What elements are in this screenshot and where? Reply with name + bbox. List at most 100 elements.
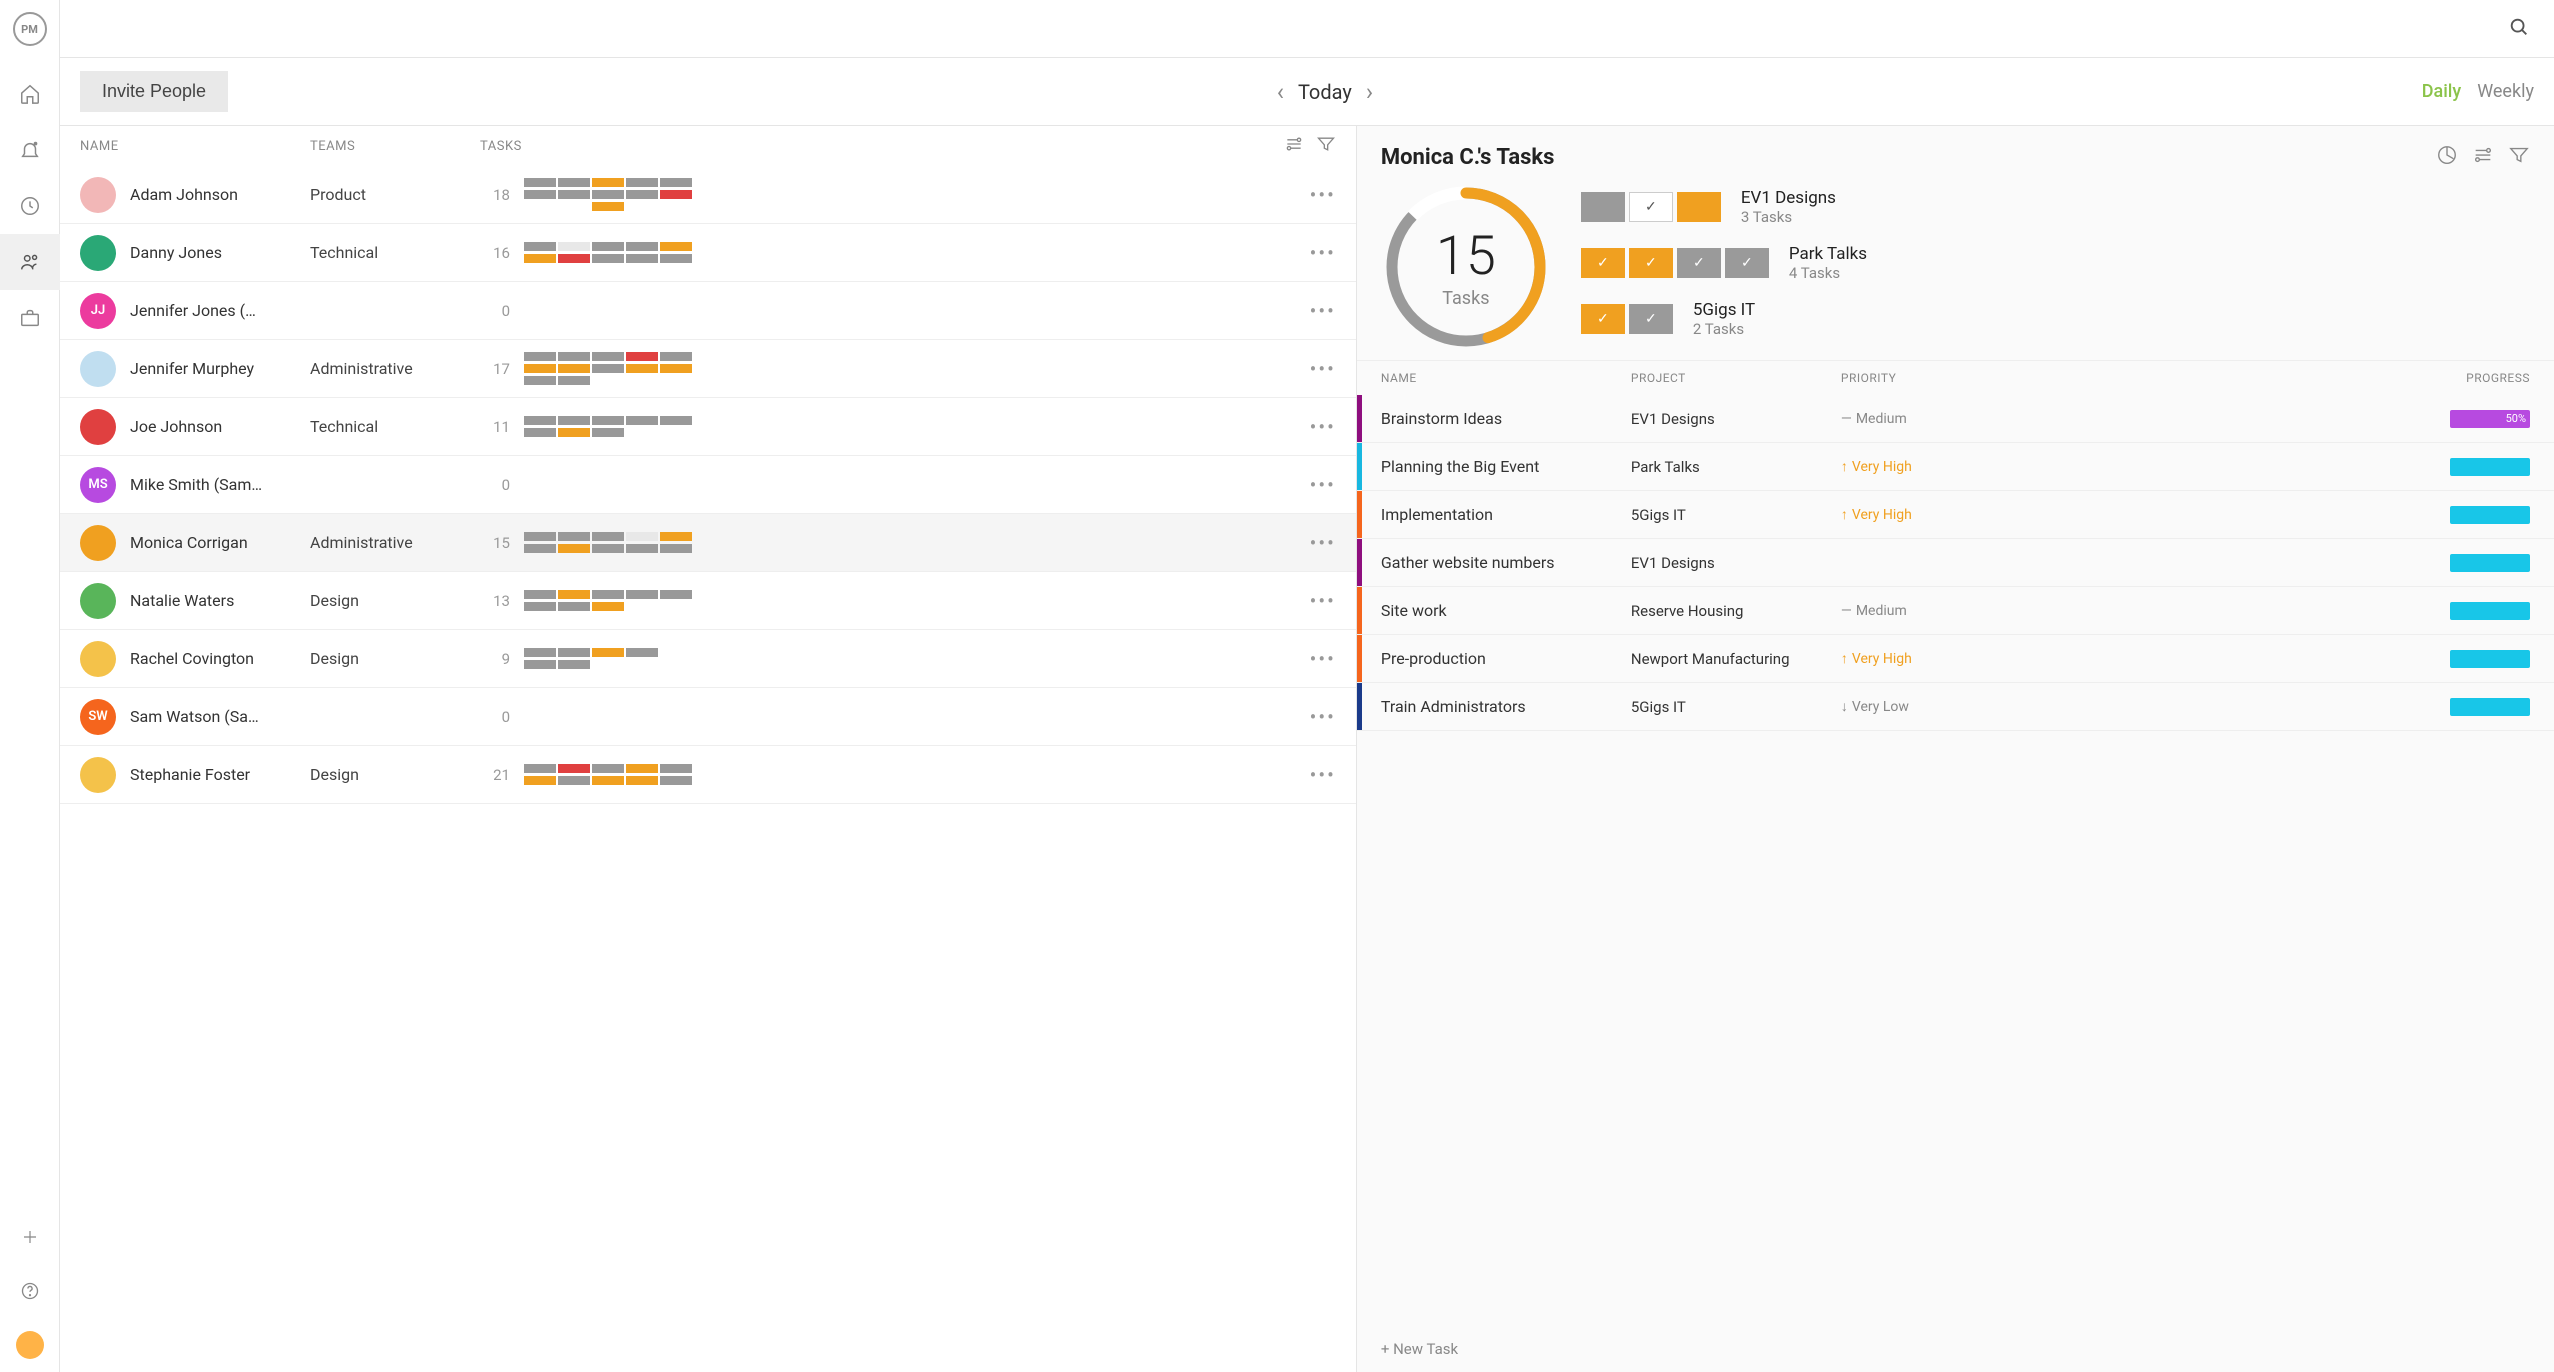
people-pane: NAME TEAMS TASKS Adam JohnsonProduct18••… (60, 126, 1357, 1372)
pie-chart-icon[interactable] (2436, 144, 2458, 170)
priority-icon: — (1841, 603, 1852, 619)
task-row[interactable]: Brainstorm IdeasEV1 Designs—Medium50% (1357, 395, 2554, 443)
status-box: ✓ (1629, 248, 1673, 278)
avatar (80, 583, 116, 619)
logo[interactable]: PM (13, 12, 47, 46)
mini-chart (524, 532, 692, 553)
person-row[interactable]: Adam JohnsonProduct18••• (60, 166, 1356, 224)
person-task-count: 9 (480, 650, 510, 668)
person-team: Administrative (310, 533, 480, 552)
person-row[interactable]: JJJennifer Jones (…0••• (60, 282, 1356, 340)
person-row[interactable]: Danny JonesTechnical16••• (60, 224, 1356, 282)
task-priority: ↑Very High (1841, 458, 1951, 475)
avatar: MS (80, 467, 116, 503)
filter-icon[interactable] (1316, 134, 1336, 158)
more-icon[interactable]: ••• (1310, 763, 1336, 787)
task-name: Site work (1381, 601, 1631, 620)
nav-home[interactable] (0, 66, 60, 122)
view-weekly[interactable]: Weekly (2477, 81, 2534, 102)
tcol-name: NAME (1381, 371, 1631, 385)
task-progress (1951, 698, 2530, 716)
settings-icon-detail[interactable] (2472, 144, 2494, 170)
priority-icon: ↑ (1841, 650, 1848, 667)
more-icon[interactable]: ••• (1310, 183, 1336, 207)
more-icon[interactable]: ••• (1310, 241, 1336, 265)
person-row[interactable]: Monica CorriganAdministrative15••• (60, 514, 1356, 572)
add-button[interactable] (0, 1210, 60, 1264)
nav-notifications[interactable] (0, 122, 60, 178)
help-button[interactable] (0, 1264, 60, 1318)
person-row[interactable]: Natalie WatersDesign13••• (60, 572, 1356, 630)
task-accent (1357, 635, 1362, 682)
task-name: Planning the Big Event (1381, 457, 1631, 476)
people-list: Adam JohnsonProduct18•••Danny JonesTechn… (60, 166, 1356, 1372)
check-icon: ✓ (1741, 255, 1753, 271)
date-label: Today (1298, 80, 1352, 104)
task-row[interactable]: Train Administrators5Gigs IT↓Very Low (1357, 683, 2554, 731)
progress-bar (2450, 554, 2530, 572)
settings-icon[interactable] (1284, 134, 1304, 158)
more-icon[interactable]: ••• (1310, 647, 1336, 671)
task-row[interactable]: Pre-productionNewport Manufacturing↑Very… (1357, 635, 2554, 683)
avatar (80, 351, 116, 387)
current-user-avatar[interactable] (0, 1318, 60, 1372)
nav-briefcase[interactable] (0, 290, 60, 346)
more-icon[interactable]: ••• (1310, 473, 1336, 497)
next-day[interactable]: › (1366, 78, 1373, 106)
person-row[interactable]: Rachel CovingtonDesign9••• (60, 630, 1356, 688)
project-task-count: 2 Tasks (1693, 320, 1755, 338)
task-project: 5Gigs IT (1631, 506, 1841, 524)
person-row[interactable]: Jennifer MurpheyAdministrative17••• (60, 340, 1356, 398)
avatar (80, 409, 116, 445)
view-toggle: Daily Weekly (2422, 81, 2534, 102)
project-name: Park Talks (1789, 244, 1867, 264)
priority-icon: ↓ (1841, 698, 1848, 715)
project-summary-list: ✓EV1 Designs3 Tasks✓✓✓✓Park Talks4 Tasks… (1581, 182, 2530, 338)
more-icon[interactable]: ••• (1310, 357, 1336, 381)
task-accent (1357, 539, 1362, 586)
check-icon: ✓ (1597, 255, 1609, 271)
task-row[interactable]: Implementation5Gigs IT↑Very High (1357, 491, 2554, 539)
task-priority: —Medium (1841, 603, 1951, 619)
nav-team[interactable] (0, 234, 60, 290)
avatar (80, 641, 116, 677)
people-column-head: NAME TEAMS TASKS (60, 126, 1356, 166)
view-daily[interactable]: Daily (2422, 81, 2461, 102)
more-icon[interactable]: ••• (1310, 589, 1336, 613)
avatar: JJ (80, 293, 116, 329)
prev-day[interactable]: ‹ (1277, 78, 1284, 106)
task-row[interactable]: Site workReserve Housing—Medium (1357, 587, 2554, 635)
person-row[interactable]: Stephanie FosterDesign21••• (60, 746, 1356, 804)
status-box (1581, 192, 1625, 222)
more-icon[interactable]: ••• (1310, 299, 1336, 323)
person-task-count: 21 (480, 766, 510, 784)
person-task-count: 18 (480, 186, 510, 204)
status-boxes: ✓ (1581, 192, 1721, 222)
mini-chart (524, 352, 692, 385)
filter-icon-detail[interactable] (2508, 144, 2530, 170)
more-icon[interactable]: ••• (1310, 705, 1336, 729)
new-task-button[interactable]: + New Task (1357, 1326, 2554, 1372)
more-icon[interactable]: ••• (1310, 415, 1336, 439)
search-icon[interactable] (2508, 16, 2530, 42)
person-task-count: 11 (480, 418, 510, 436)
person-team: Design (310, 591, 480, 610)
task-name: Train Administrators (1381, 697, 1631, 716)
person-row[interactable]: MSMike Smith (Sam…0••• (60, 456, 1356, 514)
task-name: Implementation (1381, 505, 1631, 524)
person-name: Natalie Waters (130, 591, 310, 610)
person-task-count: 15 (480, 534, 510, 552)
task-row[interactable]: Planning the Big EventPark Talks↑Very Hi… (1357, 443, 2554, 491)
nav-recent[interactable] (0, 178, 60, 234)
avatar: SW (80, 699, 116, 735)
person-name: Mike Smith (Sam… (130, 475, 310, 494)
task-progress (1951, 458, 2530, 476)
invite-people-button[interactable]: Invite People (80, 71, 228, 112)
mini-chart (524, 764, 692, 785)
person-row[interactable]: Joe JohnsonTechnical11••• (60, 398, 1356, 456)
person-row[interactable]: SWSam Watson (Sa…0••• (60, 688, 1356, 746)
task-project: 5Gigs IT (1631, 698, 1841, 716)
more-icon[interactable]: ••• (1310, 531, 1336, 555)
task-row[interactable]: Gather website numbersEV1 Designs (1357, 539, 2554, 587)
status-box: ✓ (1581, 248, 1625, 278)
